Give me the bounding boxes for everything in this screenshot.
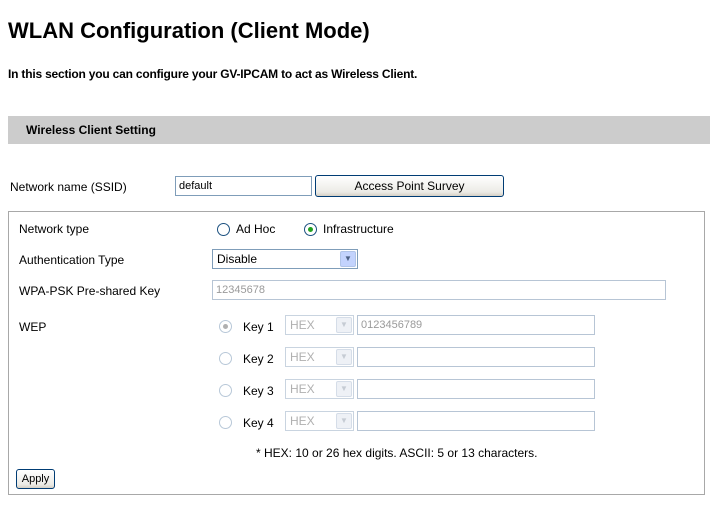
- wep-key-4-format-select[interactable]: HEX ▼: [285, 411, 354, 431]
- wep-key-1-input[interactable]: [357, 315, 595, 335]
- access-point-survey-button[interactable]: Access Point Survey: [315, 175, 504, 197]
- infrastructure-radio[interactable]: [304, 223, 317, 236]
- wpa-psk-input[interactable]: [212, 280, 666, 300]
- wep-key-4-radio[interactable]: [219, 416, 232, 429]
- ad-hoc-label[interactable]: Ad Hoc: [236, 222, 275, 236]
- wep-key-3-label: Key 3: [243, 384, 274, 398]
- wep-key-1-format-value: HEX: [290, 318, 315, 332]
- wep-key-3-input[interactable]: [357, 379, 595, 399]
- wep-key-2-input[interactable]: [357, 347, 595, 367]
- chevron-down-icon[interactable]: ▼: [336, 413, 352, 429]
- wep-key-1-radio[interactable]: [219, 320, 232, 333]
- wep-key-4-input[interactable]: [357, 411, 595, 431]
- apply-button[interactable]: Apply: [16, 469, 55, 489]
- authentication-type-value: Disable: [217, 252, 258, 266]
- chevron-down-icon[interactable]: ▼: [340, 251, 356, 267]
- authentication-type-select[interactable]: Disable ▼: [212, 249, 358, 269]
- chevron-down-icon[interactable]: ▼: [336, 381, 352, 397]
- wep-key-4-format-value: HEX: [290, 414, 315, 428]
- page-description: In this section you can configure your G…: [8, 67, 418, 81]
- ssid-label: Network name (SSID): [10, 180, 127, 194]
- wep-key-2-radio[interactable]: [219, 352, 232, 365]
- wep-key-format-note: * HEX: 10 or 26 hex digits. ASCII: 5 or …: [256, 446, 538, 460]
- ssid-input[interactable]: [175, 176, 312, 196]
- wep-key-2-label: Key 2: [243, 352, 274, 366]
- wep-label: WEP: [19, 320, 47, 334]
- wep-key-3-format-select[interactable]: HEX ▼: [285, 379, 354, 399]
- wep-key-2-format-select[interactable]: HEX ▼: [285, 347, 354, 367]
- network-type-label: Network type: [19, 222, 90, 236]
- wep-key-4-label: Key 4: [243, 416, 274, 430]
- infrastructure-label[interactable]: Infrastructure: [323, 222, 394, 236]
- chevron-down-icon[interactable]: ▼: [336, 349, 352, 365]
- page-title: WLAN Configuration (Client Mode): [8, 18, 370, 43]
- authentication-type-label: Authentication Type: [19, 253, 125, 267]
- wep-key-2-format-value: HEX: [290, 350, 315, 364]
- wep-key-1-label: Key 1: [243, 320, 274, 334]
- wep-key-3-format-value: HEX: [290, 382, 315, 396]
- wep-key-3-radio[interactable]: [219, 384, 232, 397]
- wep-key-1-format-select[interactable]: HEX ▼: [285, 315, 354, 335]
- chevron-down-icon[interactable]: ▼: [336, 317, 352, 333]
- section-title: Wireless Client Setting: [26, 123, 156, 137]
- ad-hoc-radio[interactable]: [217, 223, 230, 236]
- wpa-psk-label: WPA-PSK Pre-shared Key: [19, 284, 161, 298]
